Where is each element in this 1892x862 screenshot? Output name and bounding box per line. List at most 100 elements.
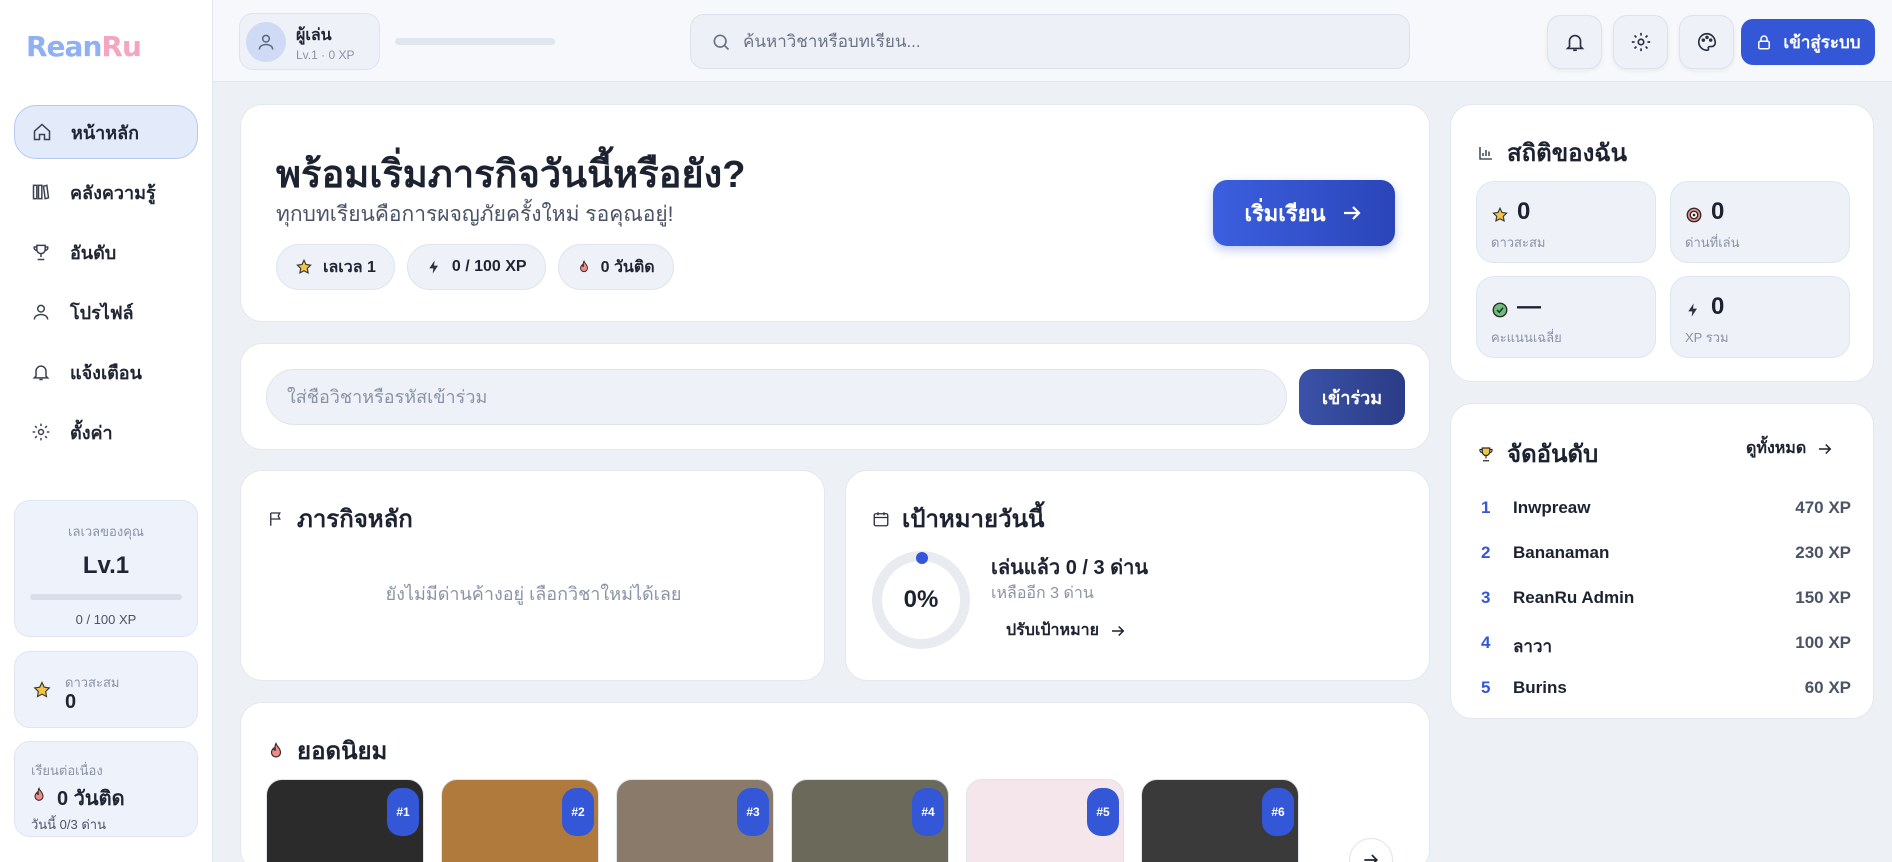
star-icon [1491,206,1509,224]
avatar [246,22,286,62]
goal-progress-ring: 0% [872,551,970,649]
goal-remaining: เหลืออีก 3 ด่าน [991,585,1094,602]
sidebar: ReanRu หน้าหลัก คลังความรู้ อันดับ โปรไฟ… [0,0,213,862]
gear-icon [30,421,52,443]
check-circle-icon [1491,301,1509,319]
start-label: เริ่มเรียน [1244,200,1326,226]
flag-icon [267,510,285,528]
sidebar-item-label: คลังความรู้ [70,182,156,203]
sidebar-item-label: ตั้งค่า [70,422,113,443]
theme-button[interactable] [1679,15,1734,69]
level-chip: เลเวล 1 [276,244,395,290]
bell-icon [1565,34,1584,52]
calendar-icon [872,510,890,528]
stat-total-xp: 0 XP รวม [1670,276,1850,358]
join-button[interactable]: เข้าร่วม [1299,369,1405,425]
stat-levels-played: 0 ด่านที่เล่น [1670,181,1850,263]
login-label: เข้าสู่ระบบ [1783,32,1861,52]
home-icon [31,121,53,143]
main-missions-card: ภารกิจหลัก ยังไม่มีด่านค้างอยู่ เลือกวิช… [240,470,825,681]
sidebar-item-label: แจ้งเตือน [70,362,142,383]
level-card: เลเวลของคุณ Lv.1 0 / 100 XP [14,500,198,637]
xp-chip: 0 / 100 XP [406,244,546,290]
leaderboard-row[interactable]: 5 Burins 60 XP [1481,678,1851,698]
streak-card: เรียนต่อเนื่อง 0 วันติด วันนี้ 0/3 ด่าน [14,741,198,837]
sidebar-item-label: หน้าหลัก [71,122,140,143]
join-code-input[interactable] [287,386,1267,408]
my-stats-card: สถิติของฉัน 0 ดาวสะสม 0 ด่านที่เล่น — คะ… [1450,104,1874,382]
user-chip[interactable]: ผู้เล่น Lv.1 · 0 XP [239,13,380,70]
arrow-right-icon [1819,443,1832,454]
sidebar-item-label: อันดับ [70,242,117,263]
hero-subtitle: ทุกบทเรียนคือการผจญภัยครั้งใหม่ รอคุณอยู… [276,203,674,226]
reanru-logo[interactable]: ReanRu [26,30,142,63]
lightning-icon [426,258,442,276]
streak-value: 0 วันติด [57,788,125,810]
sidebar-item-library[interactable]: คลังความรู้ [14,165,198,219]
popular-item[interactable]: #1 [266,779,424,862]
xp-progress-bar [395,38,555,45]
leaderboard-card: จัดอันดับ ดูทั้งหมด 1 Inwpreaw 470 XP 2 Ban… [1450,403,1874,719]
popular-item[interactable]: #2 [441,779,599,862]
top-bar: ผู้เล่น Lv.1 · 0 XP เข้าสู่ระบบ [213,0,1892,82]
search-input[interactable] [743,31,1343,52]
leaderboard-row[interactable]: 3 ReanRu Admin 150 XP [1481,588,1851,608]
goal-progress-dot [916,552,928,564]
level-xp: 0 / 100 XP [75,612,137,627]
lightning-icon [1685,301,1701,319]
streak-chip: 0 วันติด [557,244,674,290]
lock-icon [1758,35,1771,50]
trophy-icon [30,241,52,263]
user-name: ผู้เล่น [296,27,332,44]
bell-icon [30,361,52,383]
target-icon [1685,206,1703,224]
streak-caption: เรียนต่อเนื่อง [31,763,103,778]
search-bar[interactable] [690,14,1410,69]
fire-icon [267,741,285,760]
sidebar-item-settings[interactable]: ตั้งค่า [14,405,198,459]
popular-item[interactable]: #6 [1141,779,1299,862]
gear-icon [1631,32,1650,52]
popular-title: ยอดนิยม [297,738,388,765]
level-caption: เลเวลของคุณ [68,524,144,539]
popular-item[interactable]: #3 [616,779,774,862]
settings-button[interactable] [1613,15,1668,69]
stat-average-score: — คะแนนเฉลี่ย [1476,276,1656,358]
start-learning-button[interactable]: เริ่มเรียน [1213,180,1395,246]
adjust-goal-button[interactable]: ปรับเป้าหมาย [1006,618,1127,643]
carousel-next-button[interactable] [1349,838,1393,862]
leaderboard-row[interactable]: 4 ลาวา 100 XP [1481,633,1851,660]
leaderboard-row[interactable]: 2 Bananaman 230 XP [1481,543,1851,563]
stars-value: 0 [65,691,77,713]
trophy-icon [1477,445,1495,463]
sidebar-nav: หน้าหลัก คลังความรู้ อันดับ โปรไฟล์ แจ้ง… [14,105,198,465]
popular-item[interactable]: #4 [791,779,949,862]
user-icon [258,34,274,50]
stat-stars: 0 ดาวสะสม [1476,181,1656,263]
goal-played: เล่นแล้ว 0 / 3 ด่าน [991,557,1149,579]
popular-item[interactable]: #5 [966,779,1124,862]
join-field[interactable] [266,369,1287,425]
palette-icon [1697,32,1716,52]
sidebar-item-notifications[interactable]: แจ้งเตือน [14,345,198,399]
sidebar-item-ranking[interactable]: อันดับ [14,225,198,279]
ranking-title: จัดอันดับ [1507,441,1599,468]
arrow-right-icon [1343,206,1361,220]
level-progress-bar [30,594,182,600]
sidebar-item-home[interactable]: หน้าหลัก [14,105,198,159]
star-icon [295,258,313,276]
fire-icon [31,786,47,810]
sidebar-item-profile[interactable]: โปรไฟล์ [14,285,198,339]
library-icon [30,181,52,203]
leaderboard-row[interactable]: 1 Inwpreaw 470 XP [1481,498,1851,518]
login-button[interactable]: เข้าสู่ระบบ [1741,19,1875,65]
notifications-button[interactable] [1547,15,1602,69]
stats-title: สถิติของฉัน [1507,140,1628,167]
star-icon [32,680,52,705]
rank-badge: #2 [562,788,594,836]
rank-badge: #5 [1087,788,1119,836]
daily-goal-card: เป้าหมายวันนี้ 0% เล่นแล้ว 0 / 3 ด่าน เห… [845,470,1430,681]
stars-caption: ดาวสะสม [65,675,120,690]
see-all-button[interactable]: ดูทั้งหมด [1746,436,1834,461]
user-icon [30,301,52,323]
